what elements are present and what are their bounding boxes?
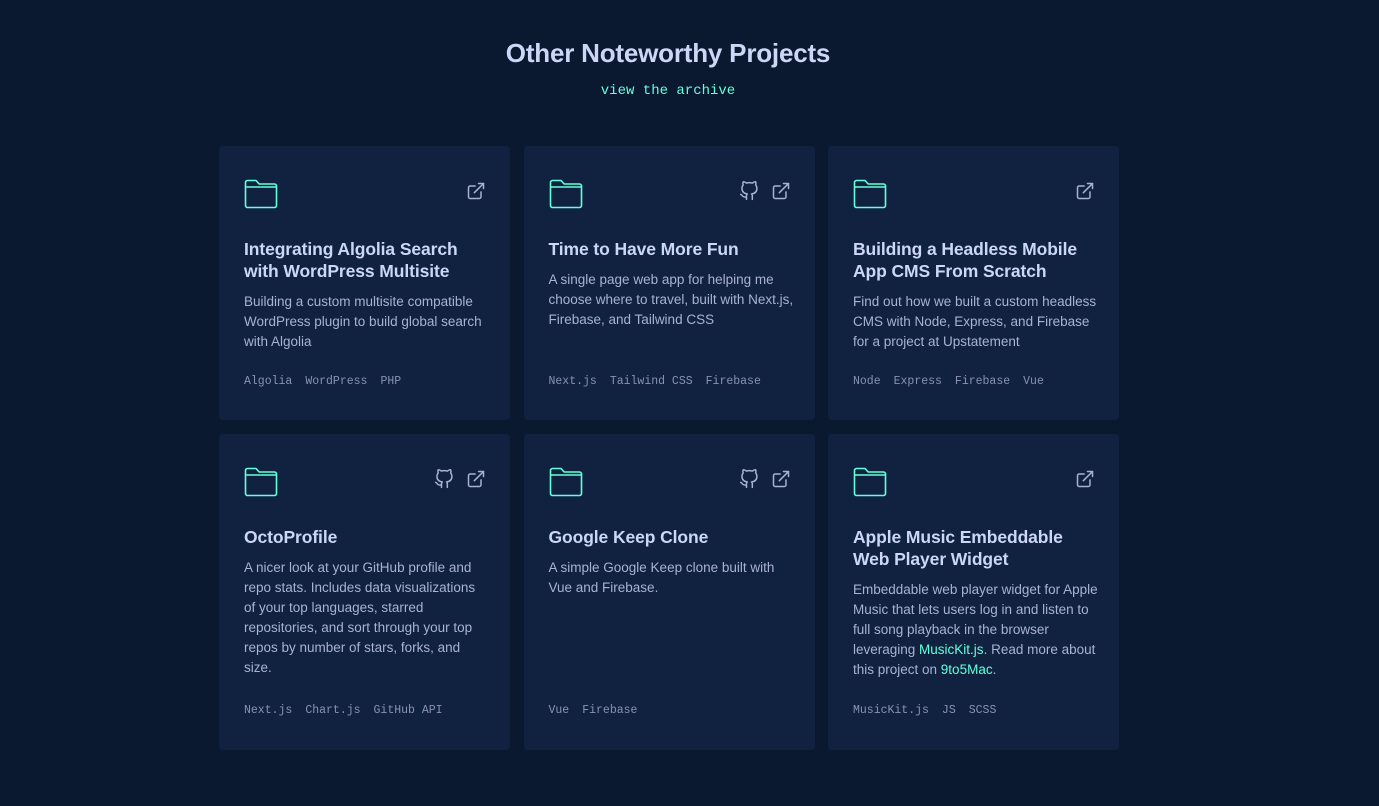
- tech-item: Firebase: [954, 375, 1011, 388]
- tech-list: Next.js Chart.js GitHub API: [244, 704, 443, 717]
- external-link-icon[interactable]: [1075, 181, 1095, 201]
- project-title[interactable]: Time to Have More Fun: [549, 239, 793, 261]
- tech-list: Vue Firebase: [549, 704, 638, 717]
- external-link-icon[interactable]: [466, 469, 486, 489]
- tech-list: MusicKit.js JS SCSS: [853, 704, 996, 717]
- project-description: A single page web app for helping me cho…: [548, 272, 794, 327]
- musickit-link[interactable]: MusicKit.js: [919, 642, 984, 657]
- tech-item: Algolia: [244, 375, 293, 388]
- project-links: [739, 181, 791, 201]
- 9to5mac-link[interactable]: 9to5Mac: [941, 662, 993, 677]
- description-text: .: [992, 662, 997, 677]
- project-title[interactable]: Integrating Algolia Search with WordPres…: [244, 239, 488, 282]
- external-link-icon[interactable]: [771, 181, 791, 201]
- tech-item: Chart.js: [305, 704, 361, 717]
- tech-item: Tailwind CSS: [609, 375, 693, 388]
- external-link-icon[interactable]: [466, 181, 486, 201]
- tech-item: Express: [893, 375, 942, 388]
- project-links: [1075, 181, 1095, 201]
- project-title[interactable]: Building a Headless Mobile App CMS From …: [853, 239, 1097, 282]
- project-description: Find out how we built a custom headless …: [853, 294, 1097, 349]
- tech-item: Vue: [548, 704, 570, 717]
- project-title[interactable]: OctoProfile: [244, 527, 488, 549]
- tech-item: JS: [941, 704, 956, 717]
- tech-item: SCSS: [968, 704, 997, 717]
- github-icon[interactable]: [739, 181, 759, 201]
- project-card[interactable]: Time to Have More Fun A single page web …: [523, 146, 815, 420]
- project-links: [434, 469, 486, 489]
- folder-icon: [549, 179, 582, 209]
- tech-item: Node: [853, 375, 881, 388]
- project-description: A nicer look at your GitHub profile and …: [244, 560, 476, 675]
- project-title[interactable]: Google Keep Clone: [549, 527, 793, 549]
- tech-item: Vue: [1023, 375, 1044, 388]
- tech-item: WordPress: [305, 375, 368, 388]
- tech-list: Algolia WordPress PHP: [244, 375, 401, 388]
- project-links: [466, 181, 486, 201]
- view-archive-link[interactable]: view the archive: [0, 83, 1336, 99]
- project-card[interactable]: OctoProfile A nicer look at your GitHub …: [219, 434, 510, 750]
- project-card[interactable]: Google Keep Clone A simple Google Keep c…: [523, 434, 815, 750]
- folder-icon: [549, 467, 582, 497]
- tech-item: Next.js: [548, 375, 597, 388]
- project-card[interactable]: Integrating Algolia Search with WordPres…: [219, 146, 510, 420]
- project-title[interactable]: Apple Music Embeddable Web Player Widget: [853, 527, 1097, 570]
- github-icon[interactable]: [739, 469, 759, 489]
- folder-icon: [244, 179, 278, 209]
- tech-item: Firebase: [705, 375, 761, 388]
- github-icon[interactable]: [434, 469, 454, 489]
- external-link-icon[interactable]: [771, 469, 791, 489]
- tech-item: Firebase: [582, 704, 638, 717]
- tech-item: GitHub API: [373, 704, 443, 717]
- projects-grid: Integrating Algolia Search with WordPres…: [219, 146, 1119, 750]
- tech-item: Next.js: [244, 704, 293, 717]
- tech-list: Next.js Tailwind CSS Firebase: [549, 375, 761, 388]
- project-links: [1075, 469, 1095, 489]
- project-card[interactable]: Apple Music Embeddable Web Player Widget…: [828, 434, 1119, 750]
- folder-icon: [853, 467, 887, 497]
- project-card[interactable]: Building a Headless Mobile App CMS From …: [828, 146, 1119, 420]
- folder-icon: [853, 179, 887, 209]
- external-link-icon[interactable]: [1075, 469, 1095, 489]
- tech-list: Node Express Firebase Vue: [853, 375, 1044, 388]
- tech-item: PHP: [380, 375, 402, 388]
- folder-icon: [244, 467, 278, 497]
- project-description: A simple Google Keep clone built with Vu…: [548, 560, 775, 595]
- project-links: [739, 469, 791, 489]
- tech-item: MusicKit.js: [853, 704, 929, 717]
- project-description: Embeddable web player widget for Apple M…: [853, 580, 1099, 680]
- project-description: Building a custom multisite compatible W…: [244, 294, 482, 349]
- section-title: Other Noteworthy Projects: [505, 38, 831, 68]
